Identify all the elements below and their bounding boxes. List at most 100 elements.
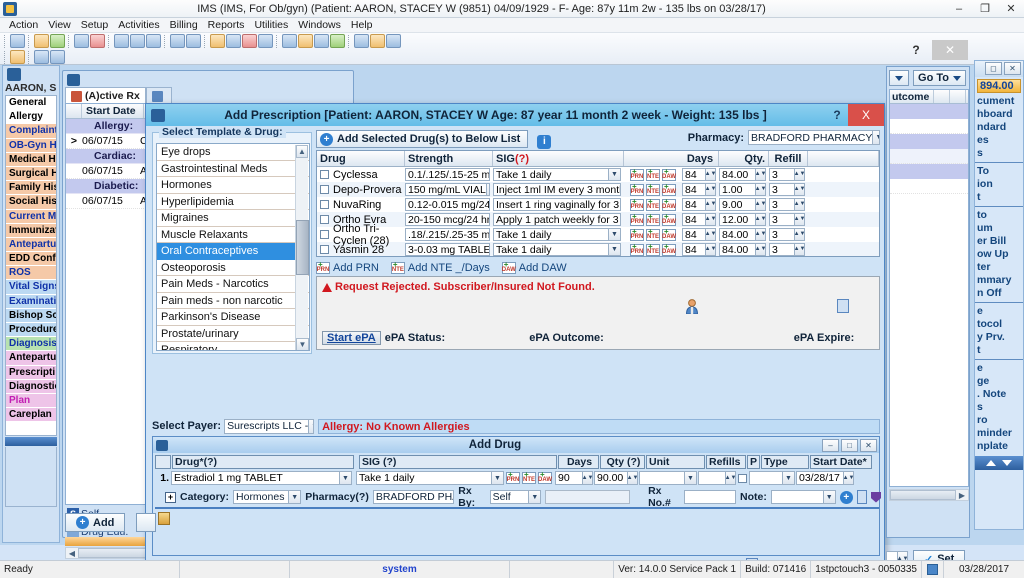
row-icon-group[interactable]: PRNNTEDAW [624,213,682,226]
table-row[interactable] [890,119,968,134]
pharmacy-selector[interactable]: Pharmacy: BRADFORD PHARMACY ▼ [688,130,880,145]
start-date-stepper[interactable]: ▲▼ [843,472,853,484]
sidebar-item-diagnosis[interactable]: Diagnosis [6,337,56,352]
window-icon[interactable] [170,34,185,48]
alert-icon[interactable] [90,34,105,48]
dialog-close-button[interactable]: X [848,104,884,126]
panel-dropdown-button[interactable] [889,70,909,86]
sidebar-item-bishop-score[interactable]: Bishop Sc [6,308,56,323]
strength-input[interactable]: 3-0.03 mg TABLET▼ [405,243,490,256]
strength-cell[interactable]: 20-150 mcg/24 hr P▼ [405,213,493,226]
strength-cell[interactable]: 0.1/.125/.15-25 mg-▼ [405,168,493,181]
refill-input[interactable]: 3 ▲▼ [769,243,805,256]
calendar-icon[interactable] [282,34,297,48]
days-cell[interactable]: 84 ▲▼ [682,228,719,241]
chevron-up-icon[interactable] [986,460,996,466]
chart-nav-list[interactable]: General Allergy Complaint OB-Gyn H Medic… [5,95,57,437]
prn-icon[interactable]: PRN [630,243,644,256]
help-button[interactable]: ? [826,108,848,122]
nte-icon[interactable]: NTE [646,213,660,226]
panel-item-note[interactable]: e [975,362,1023,375]
type-input[interactable]: ▼ [749,471,795,485]
sig-input[interactable]: Take 1 daily ▼ [493,228,621,241]
strength-input[interactable]: 0.12-0.015 mg/24 hr▼ [405,198,490,211]
settings-icon[interactable] [386,34,401,48]
nte-icon[interactable]: NTE [646,198,660,211]
edit-button[interactable] [136,513,156,532]
minimize-button[interactable]: – [946,0,972,17]
panel-item-letter[interactable]: ter [975,261,1023,274]
sig-cell[interactable]: Apply 1 patch weekly for 3 weeks,▼ [493,213,624,226]
row-checkbox[interactable] [320,170,329,179]
qty-cell[interactable]: 12.00 ▲▼ [719,213,769,226]
days-input[interactable]: 84 ▲▼ [682,183,716,196]
add-daw-link[interactable]: DAWAdd DAW [501,262,567,274]
qty-input[interactable]: 84.00 ▲▼ [719,168,766,181]
refills-stepper[interactable]: ▲▼ [725,472,735,484]
template-item-gastrointestinal-meds[interactable]: Gastrointestinal Meds [157,161,309,177]
note-input[interactable]: ▼ [770,490,836,504]
template-list[interactable]: Eye drops Gastrointestinal Meds Hormones… [156,143,310,351]
main-menubar[interactable]: Action View Setup Activities Billing Rep… [0,18,1024,33]
qty-cell[interactable]: 84.00 ▲▼ [719,243,769,256]
prn-icon[interactable]: PRN [630,228,644,241]
refill-input[interactable]: 3 ▲▼ [769,198,805,211]
template-item-pain-meds-non-narcotic[interactable]: Pain meds - non narcotic [157,293,309,309]
row-icon-group[interactable]: PRNNTEDAW [624,243,682,256]
panel-item-macro[interactable]: ro [975,414,1023,427]
panel-item-goto[interactable]: To [975,165,1023,178]
qty-stepper[interactable]: ▲▼ [755,244,765,255]
billing-icon[interactable] [298,34,313,48]
sig-input[interactable]: Insert 1 ring vaginally for 3 weeks▼ [493,198,621,211]
scroll-thumb[interactable] [890,490,956,500]
refill-stepper[interactable]: ▲▼ [794,244,804,255]
users-icon[interactable] [370,34,385,48]
refill-cell[interactable]: 3 ▲▼ [769,228,808,241]
qty-stepper[interactable]: ▲▼ [755,214,765,225]
menu-utilities[interactable]: Utilities [249,18,293,33]
row-checkbox[interactable] [320,185,329,194]
qty-stepper[interactable]: ▲▼ [755,184,765,195]
row-icon-group[interactable]: PRNNTEDAW [624,168,682,181]
daw-icon[interactable]: DAW [662,198,676,211]
main-toolbar[interactable] [0,33,1024,65]
qty-cell[interactable]: 1.00 ▲▼ [719,183,769,196]
row-checkbox[interactable] [320,200,329,209]
sidebar-item-general[interactable]: General [6,96,56,111]
chevron-down-icon[interactable]: ▼ [608,244,620,255]
days-cell[interactable]: 84 ▲▼ [682,168,719,181]
template-item-hyperlipidemia[interactable]: Hyperlipidemia [157,194,309,210]
expand-plus-icon[interactable]: + [165,491,176,503]
template-item-hormones[interactable]: Hormones [157,177,309,194]
sig-cell[interactable]: Insert 1 ring vaginally for 3 weeks▼ [493,198,624,211]
rx-icon[interactable] [242,34,257,48]
panel-item-care[interactable]: e [975,305,1023,318]
template-item-eye-drops[interactable]: Eye drops [157,144,309,161]
refill-input[interactable]: 3 ▲▼ [769,213,805,226]
scroll-right-icon[interactable]: ▶ [956,491,968,500]
lab-icon[interactable] [226,34,241,48]
qty-stepper[interactable]: ▲▼ [627,472,637,484]
panel-item-notes[interactable]: es [975,134,1023,147]
menu-action[interactable]: Action [4,18,43,33]
qty-cell[interactable]: 9.00 ▲▼ [719,198,769,211]
prn-icon[interactable]: PRN [630,168,644,181]
info-icon[interactable]: i [537,134,552,149]
prn-icon[interactable]: PRN [630,183,644,196]
chevron-down-icon[interactable]: ▼ [822,491,835,503]
strength-input[interactable]: .18/.215/.25-35 mg-▼ [405,228,490,241]
panel-item-sign-off[interactable]: n Off [975,287,1023,300]
panel-item-template[interactable]: nplate [975,440,1023,453]
scroll-up-icon[interactable]: ▲ [296,145,308,158]
menu-view[interactable]: View [43,18,76,33]
chart-icon[interactable] [74,34,89,48]
claims-icon[interactable] [330,34,345,48]
days-stepper[interactable]: ▲▼ [705,244,715,255]
chevron-down-icon[interactable]: ▼ [608,229,620,240]
refill-stepper[interactable]: ▲▼ [794,184,804,195]
strength-input[interactable]: 0.1/.125/.15-25 mg-▼ [405,168,490,181]
sig-cell[interactable]: Take 1 daily ▼ [493,228,624,241]
sidebar-item-antepartum[interactable]: Antepartu [6,237,56,253]
strength-cell[interactable]: 0.12-0.015 mg/24 hr▼ [405,198,493,211]
prescriber-icon[interactable] [685,299,699,315]
